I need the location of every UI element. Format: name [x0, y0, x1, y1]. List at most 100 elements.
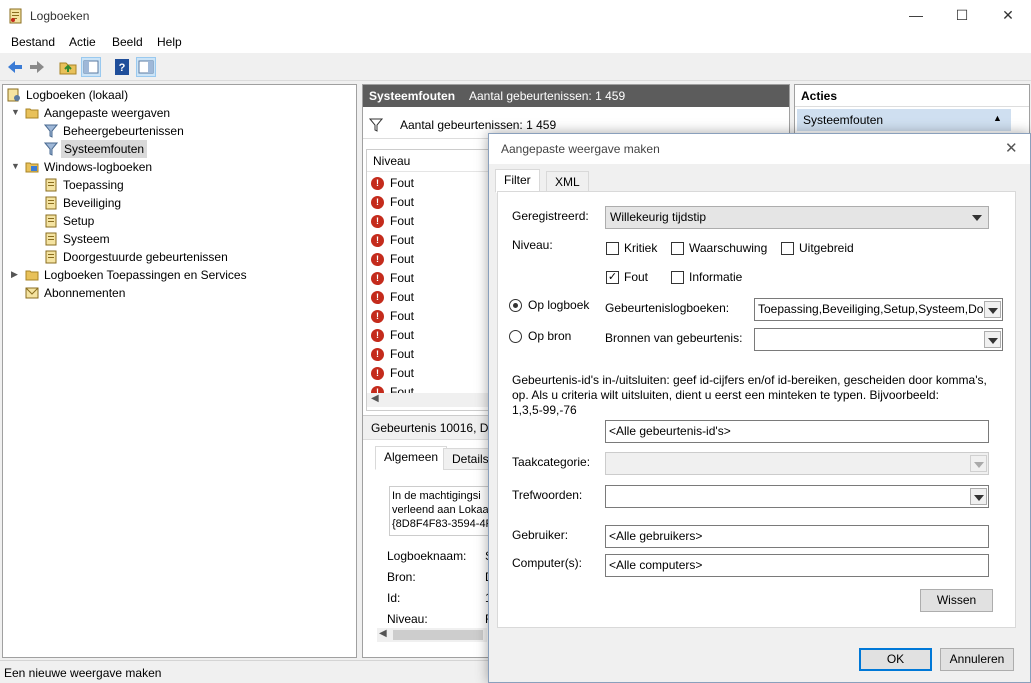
subscriptions-icon	[25, 287, 39, 299]
checkbox-verbose[interactable]	[781, 242, 794, 255]
checkbox-information[interactable]	[671, 271, 684, 284]
console-tree: Logboeken (lokaal) ▼ Aangepaste weergave…	[2, 84, 357, 658]
checkbox-error[interactable]: ✓	[606, 271, 619, 284]
chevron-down-icon[interactable]: ▼	[11, 107, 20, 117]
action-pane-icon	[138, 60, 154, 74]
sources-select[interactable]	[754, 328, 1003, 351]
dropdown-button[interactable]	[970, 488, 987, 505]
folder-icon	[25, 270, 39, 281]
menu-view[interactable]: Beeld	[112, 35, 143, 49]
logged-select[interactable]: Willekeurig tijdstip	[605, 206, 989, 229]
maximize-button[interactable]: ☐	[939, 0, 985, 31]
event-description: In de machtigingsi verleend aan Lokaa {8…	[389, 486, 489, 536]
event-ids-help: Gebeurtenis-id's in-/uitsluiten: geef id…	[512, 373, 987, 417]
dropdown-button[interactable]	[984, 301, 1001, 318]
minimize-button[interactable]: —	[893, 0, 939, 31]
user-input[interactable]: <Alle gebruikers>	[605, 525, 989, 548]
error-icon: !	[371, 215, 384, 228]
task-category-label: Taakcategorie:	[512, 455, 591, 469]
chevron-down-icon	[988, 308, 998, 314]
dialog-title: Aangepaste weergave maken	[501, 142, 660, 156]
close-button[interactable]: ✕	[985, 0, 1031, 31]
row-level-text: Fout	[390, 347, 415, 361]
label-id: Id:	[387, 591, 401, 605]
radio-by-source[interactable]	[509, 330, 522, 343]
filter-panel: Geregistreerd: Willekeurig tijdstip Nive…	[497, 191, 1016, 628]
cancel-button[interactable]: Annuleren	[940, 648, 1014, 671]
user-label: Gebruiker:	[512, 528, 569, 542]
dialog-close-icon[interactable]: ✕	[1005, 139, 1018, 157]
tab-general[interactable]: Algemeen	[375, 446, 448, 470]
row-level-text: Fout	[390, 252, 415, 266]
scroll-left-icon[interactable]: ◀	[379, 628, 387, 639]
tab-filter[interactable]: Filter	[495, 169, 540, 193]
dropdown-button[interactable]	[970, 455, 987, 472]
filter-icon	[369, 118, 383, 132]
pane-header: Systeemfouten Aantal gebeurtenissen: 1 4…	[363, 85, 789, 107]
radio-by-log[interactable]	[509, 299, 522, 312]
up-folder-icon[interactable]	[58, 57, 78, 77]
dropdown-button[interactable]	[984, 331, 1001, 348]
error-icon: !	[371, 234, 384, 247]
filter-icon	[44, 142, 58, 156]
collapse-up-icon[interactable]: ▲	[993, 113, 1002, 123]
row-level-text: Fout	[390, 309, 415, 323]
row-level-text: Fout	[390, 176, 415, 190]
menu-bar: Bestand Actie Beeld Help	[0, 31, 1031, 53]
help-icon[interactable]: ?	[112, 57, 132, 77]
error-icon: !	[371, 177, 384, 190]
show-hide-action-pane-button[interactable]	[136, 57, 156, 77]
show-hide-tree-button[interactable]	[81, 57, 101, 77]
ok-button[interactable]: OK	[859, 648, 932, 671]
error-icon: !	[371, 196, 384, 209]
row-level-text: Fout	[390, 233, 415, 247]
svg-text:?: ?	[119, 62, 126, 74]
level-label: Niveau:	[512, 238, 553, 252]
scroll-left-icon[interactable]: ◀	[371, 393, 379, 404]
menu-action[interactable]: Actie	[69, 35, 96, 49]
pane-event-count: Aantal gebeurtenissen: 1 459	[469, 89, 626, 103]
pane-title: Systeemfouten	[369, 89, 456, 103]
row-level-text: Fout	[390, 328, 415, 342]
checkbox-critical[interactable]	[606, 242, 619, 255]
chevron-down-icon	[974, 495, 984, 501]
actions-section-system-errors[interactable]: Systeemfouten ▲	[797, 109, 1011, 131]
actions-header: Acties	[795, 85, 1029, 107]
chevron-down-icon[interactable]: ▼	[11, 161, 20, 171]
tab-xml[interactable]: XML	[546, 171, 589, 193]
row-level-text: Fout	[390, 290, 415, 304]
computer-input[interactable]: <Alle computers>	[605, 554, 989, 577]
error-icon: !	[371, 367, 384, 380]
log-icon	[45, 196, 57, 210]
sources-label: Bronnen van gebeurtenis:	[605, 331, 743, 345]
scroll-thumb[interactable]	[393, 630, 483, 640]
log-icon	[45, 250, 57, 264]
log-icon	[45, 214, 57, 228]
event-logs-select[interactable]: Toepassing,Beveiliging,Setup,Systeem,Doo	[754, 298, 1003, 321]
event-ids-input[interactable]: <Alle gebeurtenis-id's>	[605, 420, 989, 443]
label-logname: Logboeknaam:	[387, 549, 467, 563]
event-logs-label: Gebeurtenislogboeken:	[605, 301, 730, 315]
toolbar: ?	[0, 53, 1031, 81]
label-source: Bron:	[387, 570, 416, 584]
row-level-text: Fout	[390, 195, 415, 209]
chevron-right-icon[interactable]: ▶	[11, 269, 18, 280]
folder-icon	[25, 108, 39, 119]
forward-icon[interactable]	[27, 57, 47, 77]
menu-file[interactable]: Bestand	[11, 35, 55, 49]
chevron-down-icon	[974, 462, 984, 468]
back-icon[interactable]	[5, 57, 25, 77]
clear-button[interactable]: Wissen	[920, 589, 993, 612]
error-icon: !	[371, 253, 384, 266]
label-level: Niveau:	[387, 612, 428, 626]
keywords-select[interactable]	[605, 485, 989, 508]
error-icon: !	[371, 272, 384, 285]
detail-horizontal-scrollbar[interactable]: ◀	[377, 628, 487, 642]
radio-selected-dot	[513, 303, 518, 308]
chevron-down-icon	[988, 338, 998, 344]
window-title: Logboeken	[30, 9, 90, 23]
checkbox-warning[interactable]	[671, 242, 684, 255]
task-category-select[interactable]	[605, 452, 989, 475]
title-bar: Logboeken — ☐ ✕	[0, 0, 1031, 31]
menu-help[interactable]: Help	[157, 35, 182, 49]
